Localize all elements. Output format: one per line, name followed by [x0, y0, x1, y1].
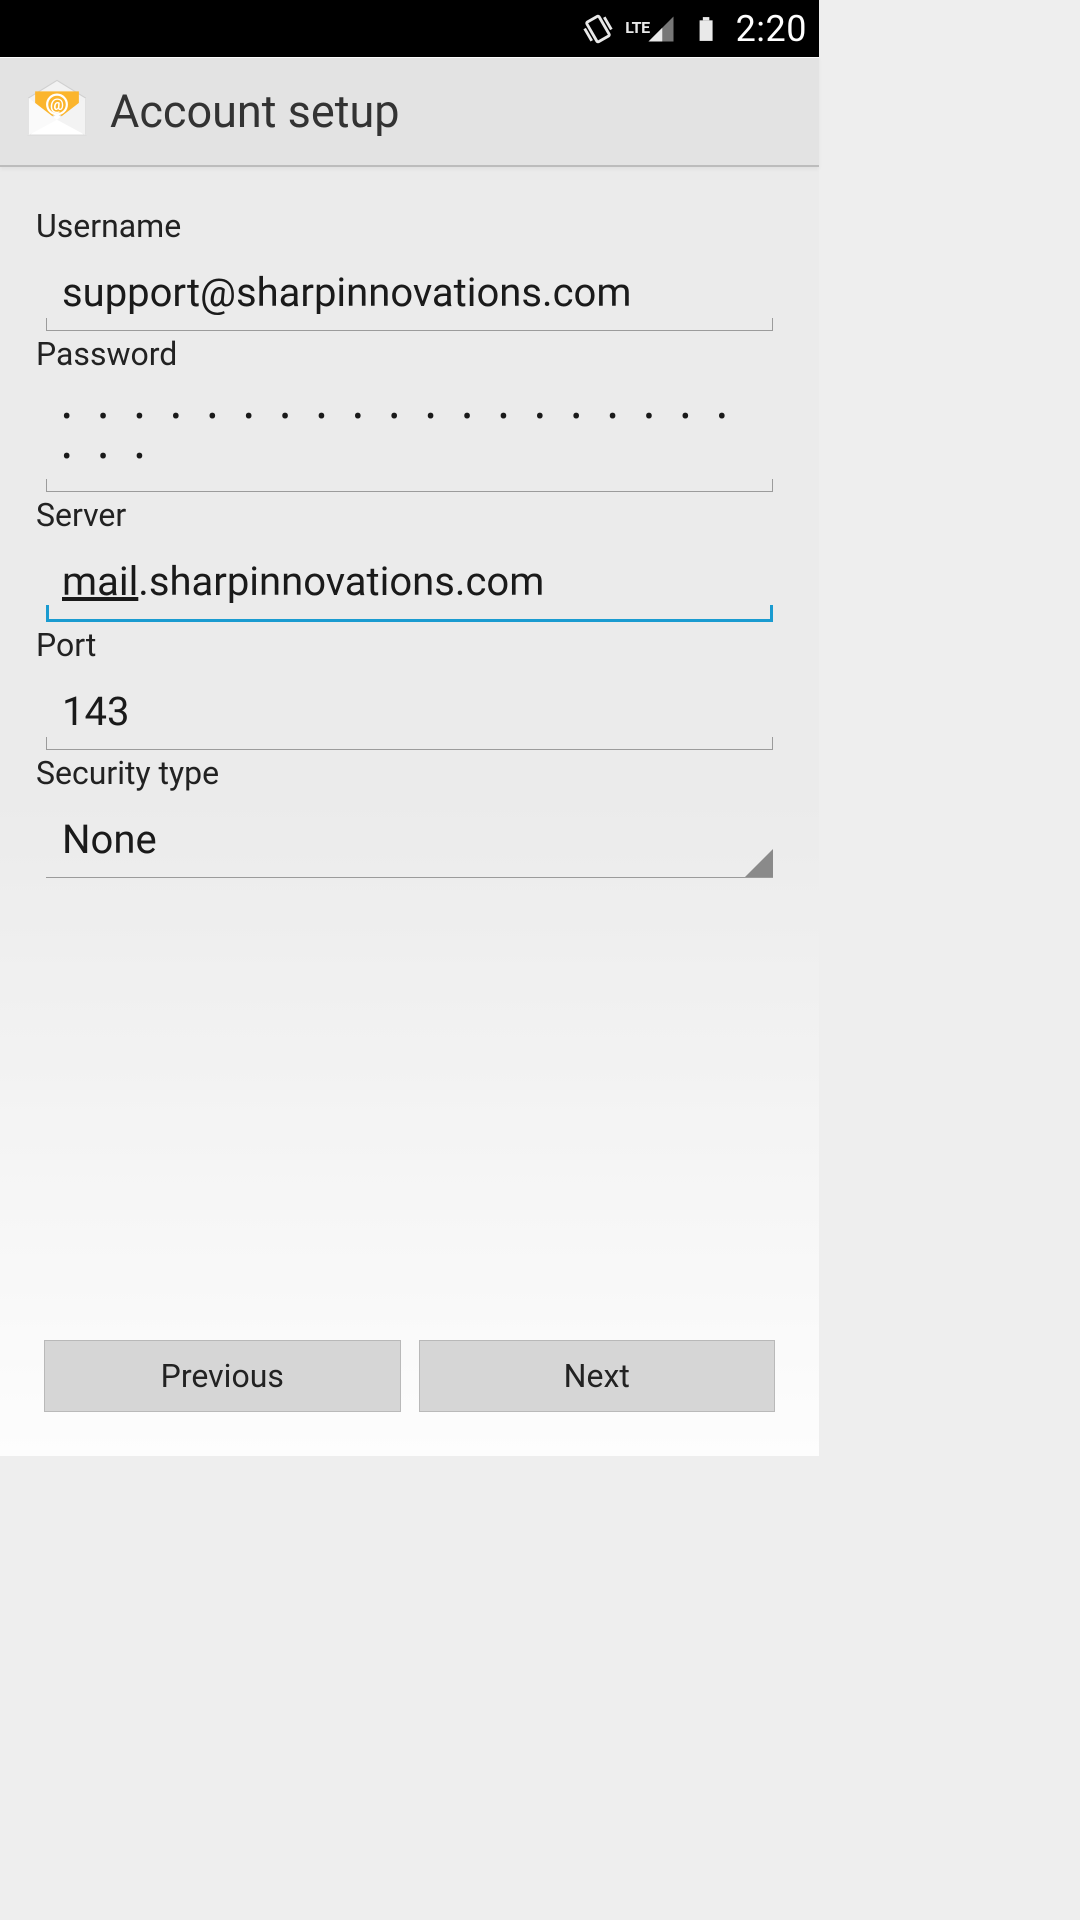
svg-text:@: @ [50, 96, 64, 114]
screen: LTE 2:20 @ Account setup User [0, 0, 819, 1456]
server-value-suffix: .sharpinnovations.com [138, 558, 544, 605]
port-input[interactable]: 143 [62, 688, 757, 735]
account-form: Username support@sharpinnovations.com Pa… [0, 167, 819, 1340]
server-label: Server [36, 496, 783, 534]
status-bar: LTE 2:20 [0, 0, 819, 57]
security-dropdown[interactable]: None [46, 810, 773, 878]
dropdown-triangle-icon [745, 849, 773, 877]
username-input[interactable]: support@sharpinnovations.com [62, 269, 757, 316]
footer-button-bar: Previous Next [0, 1340, 819, 1456]
action-bar: @ Account setup [0, 57, 819, 167]
username-input-wrap[interactable]: support@sharpinnovations.com [46, 263, 773, 331]
previous-button[interactable]: Previous [44, 1340, 401, 1412]
signal-icon [644, 12, 678, 46]
server-value-prefix: mail [62, 558, 138, 605]
port-field-group: Port 143 [36, 626, 783, 750]
page-title: Account setup [110, 85, 400, 138]
security-label: Security type [36, 754, 783, 792]
battery-icon [688, 12, 722, 46]
username-field-group: Username support@sharpinnovations.com [36, 207, 783, 331]
signal-group: LTE [625, 12, 677, 46]
username-label: Username [36, 207, 783, 245]
password-field-group: Password • • • • • • • • • • • • • • • •… [36, 335, 783, 492]
port-input-wrap[interactable]: 143 [46, 682, 773, 750]
password-input[interactable]: • • • • • • • • • • • • • • • • • • • • … [62, 397, 757, 477]
security-field-group: Security type None [36, 754, 783, 878]
clock: 2:20 [736, 8, 807, 50]
server-input[interactable]: mail.sharpinnovations.com [62, 558, 757, 605]
port-label: Port [36, 626, 783, 664]
server-input-wrap[interactable]: mail.sharpinnovations.com [46, 552, 773, 622]
server-field-group: Server mail.sharpinnovations.com [36, 496, 783, 622]
security-value: None [62, 816, 757, 863]
next-button[interactable]: Next [419, 1340, 776, 1412]
vibrate-icon [581, 12, 615, 46]
password-label: Password [36, 335, 783, 373]
password-input-wrap[interactable]: • • • • • • • • • • • • • • • • • • • • … [46, 391, 773, 492]
email-app-icon: @ [22, 76, 92, 146]
